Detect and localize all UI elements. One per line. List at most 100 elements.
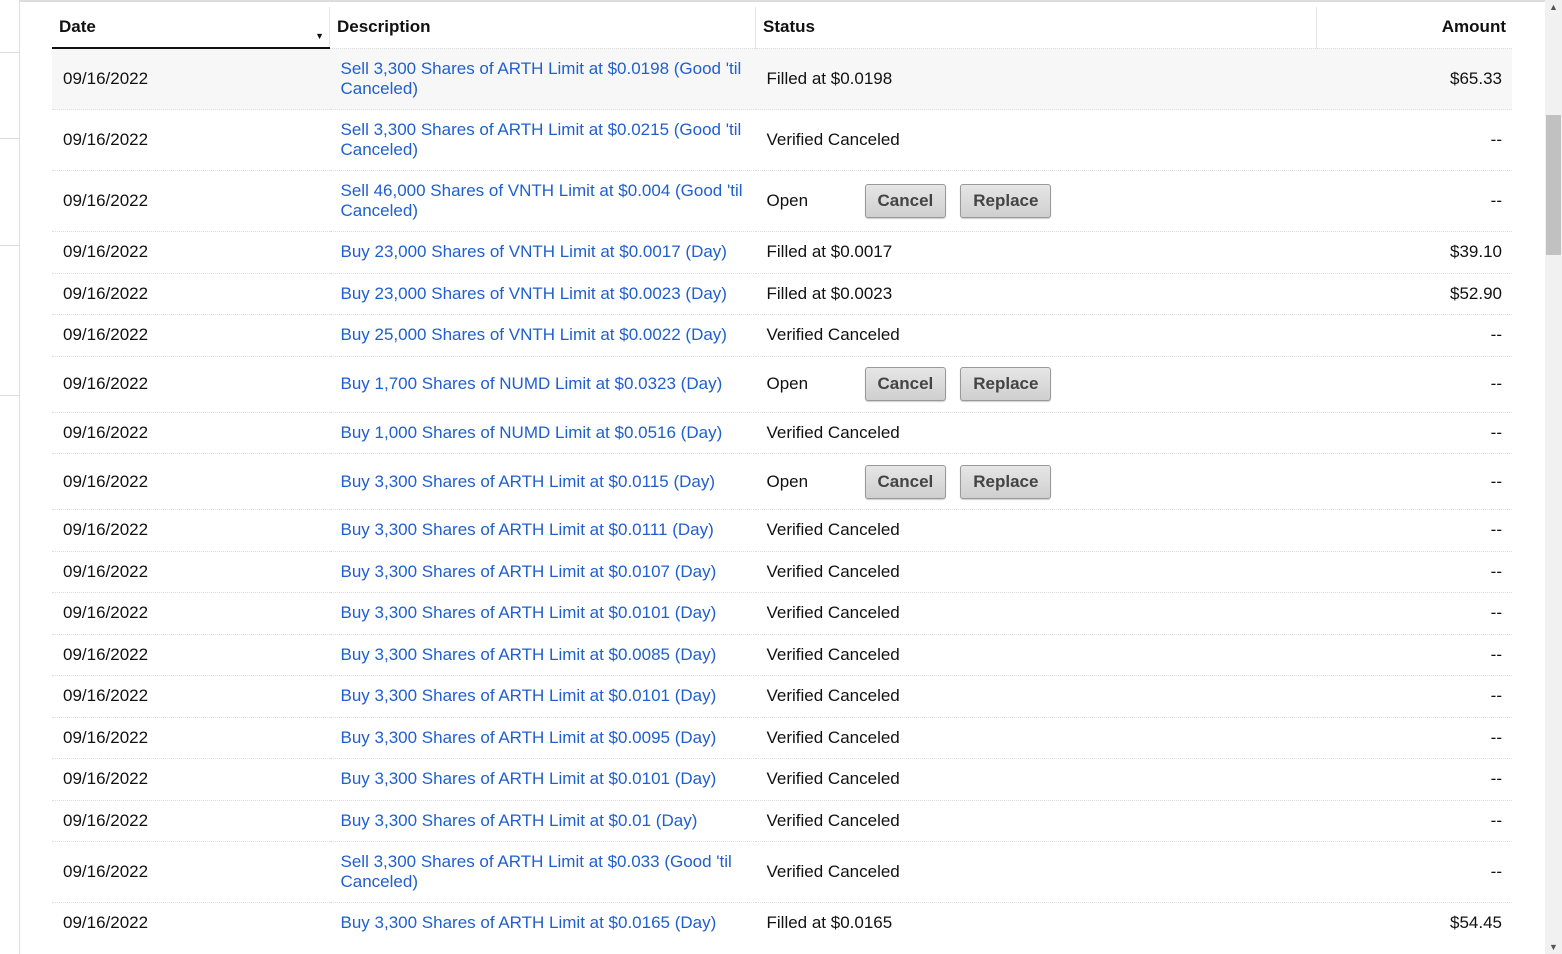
status-cell: Verified Canceled — [755, 799, 1317, 842]
status-cell: Verified Canceled — [755, 592, 1317, 634]
order-link[interactable]: Buy 3,300 Shares of ARTH Limit at $0.010… — [341, 686, 717, 705]
amount-cell: -- — [1316, 633, 1512, 676]
date-cell: 09/16/2022 — [52, 355, 330, 412]
table-row: 09/16/2022 Buy 23,000 Shares of VNTH Lim… — [52, 272, 1512, 315]
order-link[interactable]: Sell 3,300 Shares of ARTH Limit at $0.01… — [341, 59, 742, 98]
scroll-up-icon[interactable]: ▲ — [1545, 2, 1562, 12]
status-cell: Verified Canceled — [755, 716, 1317, 759]
amount-cell: $52.90 — [1316, 272, 1512, 315]
amount-cell: -- — [1316, 592, 1512, 634]
table-row: 09/16/2022 Buy 23,000 Shares of VNTH Lim… — [52, 231, 1512, 273]
order-link[interactable]: Buy 3,300 Shares of ARTH Limit at $0.016… — [341, 913, 717, 932]
status-text: Verified Canceled — [766, 769, 900, 789]
table-header: Date ▼ Description Status Amount — [52, 7, 1513, 49]
status-cell: Verified Canceled — [755, 509, 1317, 551]
description-cell: Sell 46,000 Shares of VNTH Limit at $0.0… — [329, 170, 756, 232]
amount-cell: -- — [1316, 716, 1512, 759]
status-text: Verified Canceled — [766, 686, 900, 706]
description-cell: Sell 3,300 Shares of ARTH Limit at $0.03… — [329, 841, 756, 903]
status-cell: Verified Canceled — [755, 841, 1317, 903]
status-text: Verified Canceled — [766, 603, 900, 623]
left-panel — [0, 0, 20, 954]
description-cell: Buy 3,300 Shares of ARTH Limit at $0.011… — [329, 509, 756, 551]
order-link[interactable]: Buy 3,300 Shares of ARTH Limit at $0.01 … — [341, 811, 698, 830]
order-link[interactable]: Buy 23,000 Shares of VNTH Limit at $0.00… — [341, 242, 727, 261]
status-cell: Filled at $0.0165 — [755, 902, 1317, 944]
table-row: 09/16/2022 Buy 3,300 Shares of ARTH Limi… — [52, 633, 1512, 676]
status-cell: Verified Canceled — [755, 758, 1317, 800]
date-cell: 09/16/2022 — [52, 411, 330, 454]
status-cell: Verified Canceled — [755, 411, 1317, 454]
table-row: 09/16/2022 Sell 3,300 Shares of ARTH Lim… — [52, 109, 1512, 171]
table-row: 09/16/2022 Buy 3,300 Shares of ARTH Limi… — [52, 799, 1512, 842]
status-cell: Filled at $0.0198 — [755, 47, 1317, 110]
status-text: Verified Canceled — [766, 130, 900, 149]
divider — [0, 138, 19, 139]
column-header-description[interactable]: Description — [329, 7, 756, 48]
status-text: Verified Canceled — [766, 644, 900, 664]
order-link[interactable]: Sell 3,300 Shares of ARTH Limit at $0.03… — [341, 852, 732, 891]
order-link[interactable]: Buy 3,300 Shares of ARTH Limit at $0.010… — [341, 603, 717, 622]
replace-button[interactable]: Replace — [960, 184, 1052, 218]
description-cell: Buy 3,300 Shares of ARTH Limit at $0.010… — [329, 550, 756, 593]
amount-cell: -- — [1316, 550, 1512, 593]
order-link[interactable]: Buy 3,300 Shares of ARTH Limit at $0.011… — [341, 472, 716, 491]
order-link[interactable]: Buy 3,300 Shares of ARTH Limit at $0.011… — [341, 520, 714, 539]
date-cell: 09/16/2022 — [52, 453, 330, 510]
description-cell: Buy 25,000 Shares of VNTH Limit at $0.00… — [329, 314, 756, 356]
table-row: 09/16/2022 Buy 3,300 Shares of ARTH Limi… — [52, 675, 1512, 717]
order-link[interactable]: Buy 25,000 Shares of VNTH Limit at $0.00… — [341, 325, 727, 344]
date-cell: 09/16/2022 — [52, 716, 330, 759]
description-cell: Sell 3,300 Shares of ARTH Limit at $0.01… — [329, 47, 756, 110]
status-cell: Verified Canceled — [755, 550, 1317, 593]
date-cell: 09/16/2022 — [52, 799, 330, 842]
table-row: 09/16/2022 Buy 3,300 Shares of ARTH Limi… — [52, 716, 1512, 759]
cancel-button[interactable]: Cancel — [864, 464, 947, 499]
status-cell: Verified Canceled — [755, 109, 1317, 171]
replace-button[interactable]: Replace — [960, 464, 1052, 499]
order-link[interactable]: Sell 3,300 Shares of ARTH Limit at $0.02… — [341, 120, 742, 159]
status-cell: Verified Canceled — [755, 633, 1317, 676]
amount-cell: $65.33 — [1316, 47, 1512, 110]
description-cell: Buy 23,000 Shares of VNTH Limit at $0.00… — [329, 231, 756, 273]
cancel-button[interactable]: Cancel — [864, 184, 947, 218]
order-link[interactable]: Buy 3,300 Shares of ARTH Limit at $0.010… — [341, 769, 717, 788]
order-link[interactable]: Buy 3,300 Shares of ARTH Limit at $0.009… — [341, 728, 717, 747]
scrollbar-thumb[interactable] — [1546, 115, 1561, 255]
status-text: Verified Canceled — [766, 727, 900, 747]
description-cell: Buy 3,300 Shares of ARTH Limit at $0.016… — [329, 902, 756, 944]
table-row: 09/16/2022 Buy 3,300 Shares of ARTH Limi… — [52, 758, 1512, 800]
status-text: Filled at $0.0023 — [766, 283, 893, 303]
table-row: 09/16/2022 Sell 3,300 Shares of ARTH Lim… — [52, 841, 1512, 903]
order-link[interactable]: Buy 1,700 Shares of NUMD Limit at $0.032… — [341, 374, 723, 393]
date-cell: 09/16/2022 — [52, 902, 330, 944]
order-link[interactable]: Buy 23,000 Shares of VNTH Limit at $0.00… — [341, 284, 727, 303]
status-cell: Filled at $0.0017 — [755, 231, 1317, 273]
status-cell: Verified Canceled — [755, 314, 1317, 356]
amount-cell: -- — [1316, 314, 1512, 356]
table-row: 09/16/2022 Buy 1,000 Shares of NUMD Limi… — [52, 411, 1512, 454]
status-text: Verified Canceled — [766, 862, 900, 881]
vertical-scrollbar[interactable]: ▲ ▼ — [1545, 0, 1562, 954]
date-cell: 09/16/2022 — [52, 314, 330, 356]
date-cell: 09/16/2022 — [52, 550, 330, 593]
column-header-amount[interactable]: Amount — [1317, 7, 1513, 48]
order-link[interactable]: Buy 3,300 Shares of ARTH Limit at $0.008… — [341, 645, 717, 664]
order-link[interactable]: Sell 46,000 Shares of VNTH Limit at $0.0… — [341, 181, 743, 220]
cancel-button[interactable]: Cancel — [864, 367, 947, 401]
order-link[interactable]: Buy 1,000 Shares of NUMD Limit at $0.051… — [341, 423, 723, 442]
divider — [0, 245, 19, 246]
date-cell: 09/16/2022 — [52, 592, 330, 634]
amount-cell: -- — [1316, 509, 1512, 551]
divider — [0, 52, 19, 53]
column-label: Date — [59, 17, 96, 36]
status-text: Open — [766, 471, 809, 491]
column-header-status[interactable]: Status — [755, 7, 1317, 48]
order-link[interactable]: Buy 3,300 Shares of ARTH Limit at $0.010… — [341, 562, 717, 581]
date-cell: 09/16/2022 — [52, 841, 330, 903]
status-cell: Open Cancel Replace — [755, 170, 1317, 232]
column-header-date[interactable]: Date ▼ — [52, 7, 330, 49]
amount-cell: -- — [1316, 675, 1512, 717]
scroll-down-icon[interactable]: ▼ — [1545, 942, 1562, 952]
replace-button[interactable]: Replace — [960, 367, 1052, 401]
